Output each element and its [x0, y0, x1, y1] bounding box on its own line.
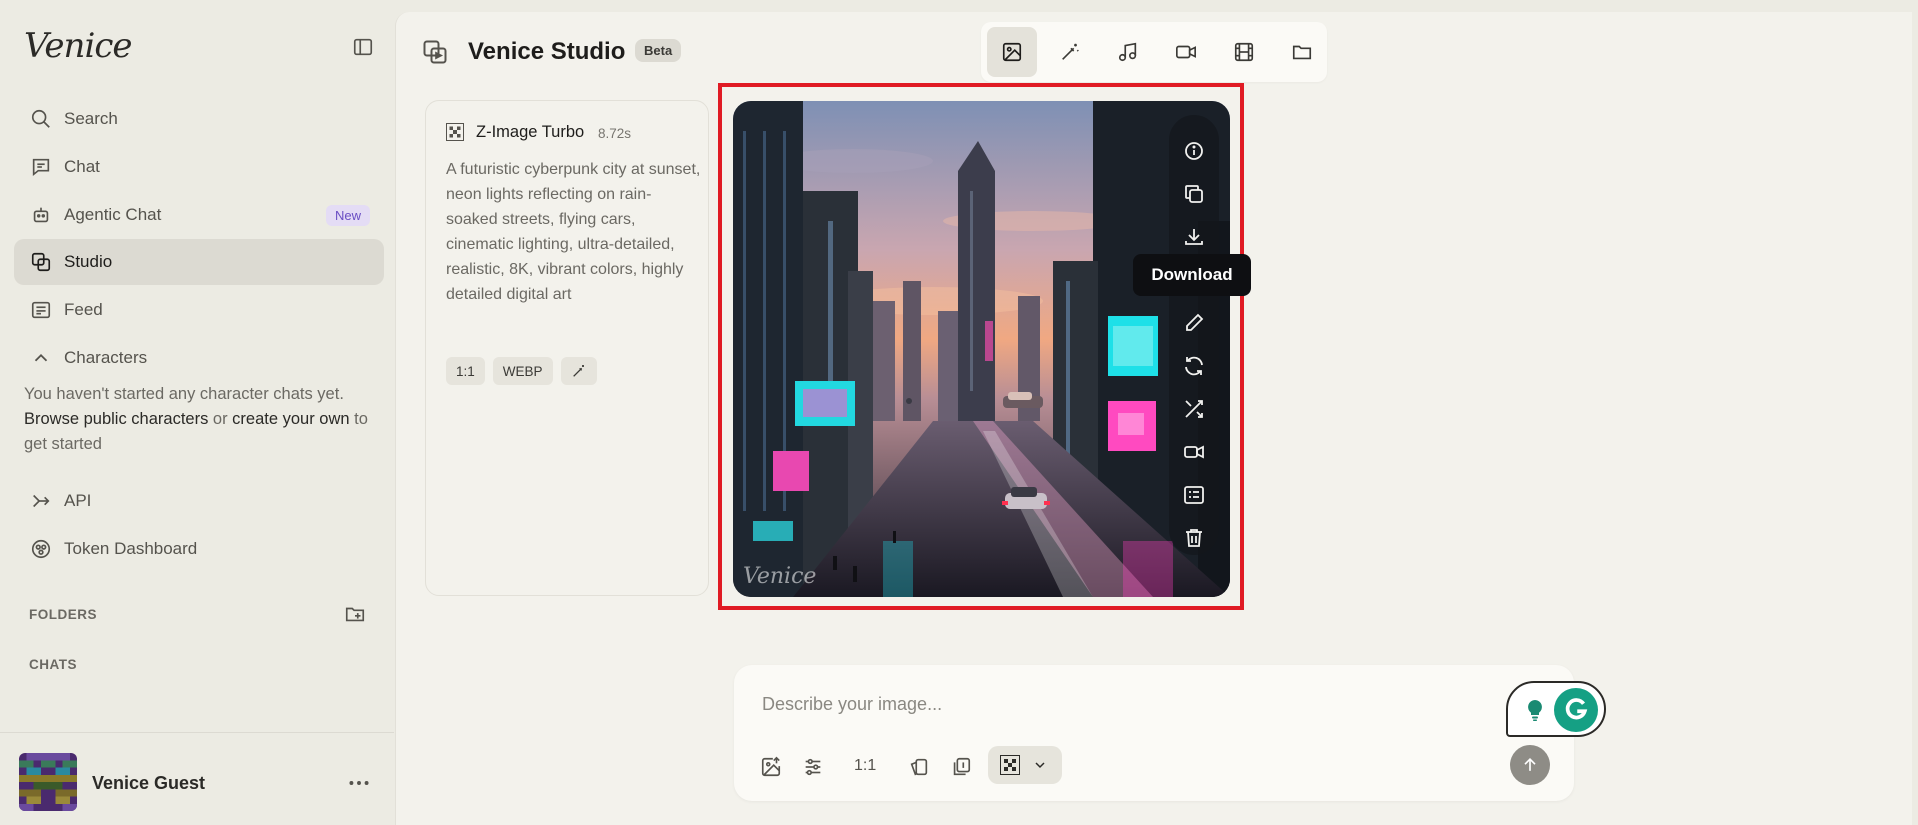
beta-badge: Beta [635, 39, 682, 62]
user-row[interactable]: Venice Guest [0, 732, 394, 825]
chevron-down-icon [1032, 757, 1048, 773]
prompt-composer: 1:1 [734, 665, 1574, 801]
model-selector[interactable] [988, 746, 1062, 784]
video-mode-button[interactable] [1161, 27, 1211, 77]
variants-count-icon[interactable] [950, 756, 972, 778]
sidebar-item-label: API [64, 491, 92, 510]
studio-mode-toolbar [981, 22, 1327, 82]
create-character-link[interactable]: create your own [232, 410, 349, 428]
folders-label: FOLDERS [29, 607, 98, 622]
music-mode-button[interactable] [1103, 27, 1153, 77]
characters-empty-note: You haven't started any character chats … [24, 382, 379, 457]
magic-wand-icon [1062, 43, 1079, 60]
sidebar-item-studio[interactable]: Studio [14, 239, 384, 285]
sidebar-item-label: Chat [64, 157, 100, 176]
model-icon [446, 123, 464, 141]
studio-icon [421, 38, 449, 66]
browse-characters-link[interactable]: Browse public characters [24, 410, 208, 428]
sidebar-item-label: Search [64, 109, 118, 128]
settings-sliders-icon[interactable] [802, 756, 824, 778]
sidebar-item-label: Studio [64, 252, 113, 271]
sidebar-item-search[interactable]: Search [14, 96, 384, 142]
magic-edit-mode-button[interactable] [1045, 27, 1095, 77]
generation-time: 8.72s [598, 126, 632, 141]
studio-icon [30, 251, 52, 273]
edit-pencil-icon[interactable] [1182, 311, 1206, 335]
copy-icon[interactable] [1182, 182, 1206, 206]
user-name: Venice Guest [92, 773, 206, 793]
sidebar-item-feed[interactable]: Feed [14, 287, 384, 333]
sidebar-item-label: Token Dashboard [64, 539, 198, 558]
sidebar-item-label: Characters [64, 348, 148, 367]
prompt-input[interactable] [762, 689, 1462, 719]
magic-wand-chip[interactable] [560, 357, 597, 385]
chat-icon [30, 156, 52, 178]
film-mode-button[interactable] [1219, 27, 1269, 77]
model-icon [1000, 755, 1020, 775]
sidebar-item-label: Feed [64, 300, 103, 319]
new-badge: New [325, 204, 370, 226]
aspect-ratio-chip[interactable]: 1:1 [446, 357, 485, 385]
search-icon [30, 108, 52, 130]
arrow-up-icon [1524, 757, 1536, 771]
info-icon[interactable] [1182, 139, 1206, 163]
grammarly-icon [1554, 688, 1598, 732]
download-tooltip: Download [1133, 254, 1251, 296]
dashboard-icon [30, 538, 52, 560]
grammarly-widget[interactable] [1506, 681, 1606, 737]
shuffle-icon[interactable] [1182, 397, 1206, 421]
generation-chips: 1:1 WEBP [446, 357, 597, 385]
magic-wand-icon [572, 365, 584, 377]
sidebar: Venice Search Chat Agentic Chat New Stud… [0, 0, 394, 825]
download-icon[interactable] [1182, 225, 1206, 249]
generation-info-card: Z-Image Turbo 8.72s A futuristic cyberpu… [425, 100, 709, 596]
sidebar-toggle-icon[interactable] [352, 36, 374, 58]
api-arrow-icon [30, 490, 52, 512]
library-folder-button[interactable] [1277, 27, 1327, 77]
chevron-up-icon [30, 347, 52, 369]
generated-image[interactable]: Venice [733, 101, 1230, 597]
image-upload-icon[interactable] [760, 756, 782, 778]
image-action-toolbar [1169, 115, 1219, 555]
add-folder-icon[interactable] [344, 603, 366, 625]
prompt-text: A futuristic cyberpunk city at sunset, n… [446, 161, 701, 303]
characters-note-text: You haven't started any character chats … [24, 385, 344, 403]
sidebar-item-characters[interactable]: Characters [14, 335, 384, 381]
send-button[interactable] [1510, 745, 1550, 785]
style-cards-icon[interactable] [908, 756, 930, 778]
folder-icon [1292, 45, 1312, 60]
studio-panel: Venice Studio Beta Z-Image Turbo 8.72s A… [395, 12, 1912, 825]
chats-label: CHATS [29, 657, 77, 672]
video-icon[interactable] [1182, 440, 1206, 464]
venice-logo[interactable]: Venice [24, 26, 132, 66]
regenerate-icon[interactable] [1182, 354, 1206, 378]
sidebar-item-agentic-chat[interactable]: Agentic Chat New [14, 192, 384, 238]
page-title: Venice Studio [468, 38, 626, 65]
music-icon [1118, 42, 1137, 62]
robot-icon [30, 204, 52, 226]
sidebar-item-api[interactable]: API [14, 478, 384, 524]
feed-icon [30, 299, 52, 321]
image-watermark: Venice [743, 564, 816, 589]
sidebar-item-label: Agentic Chat [64, 205, 162, 224]
image-mode-button[interactable] [987, 27, 1037, 77]
trash-icon[interactable] [1182, 526, 1206, 550]
characters-note-or: or [208, 410, 233, 428]
video-camera-icon [1176, 45, 1196, 59]
details-list-icon[interactable] [1182, 483, 1206, 507]
aspect-ratio-selector[interactable]: 1:1 [854, 757, 876, 775]
avatar [19, 753, 77, 811]
format-chip[interactable]: WEBP [492, 357, 553, 385]
sidebar-item-token-dashboard[interactable]: Token Dashboard [14, 526, 384, 572]
sidebar-item-chat[interactable]: Chat [14, 144, 384, 190]
more-options-icon[interactable] [346, 770, 372, 796]
image-icon [1002, 42, 1022, 62]
model-name: Z-Image Turbo [476, 123, 585, 141]
film-icon [1234, 42, 1254, 62]
lightbulb-icon [1523, 698, 1547, 722]
